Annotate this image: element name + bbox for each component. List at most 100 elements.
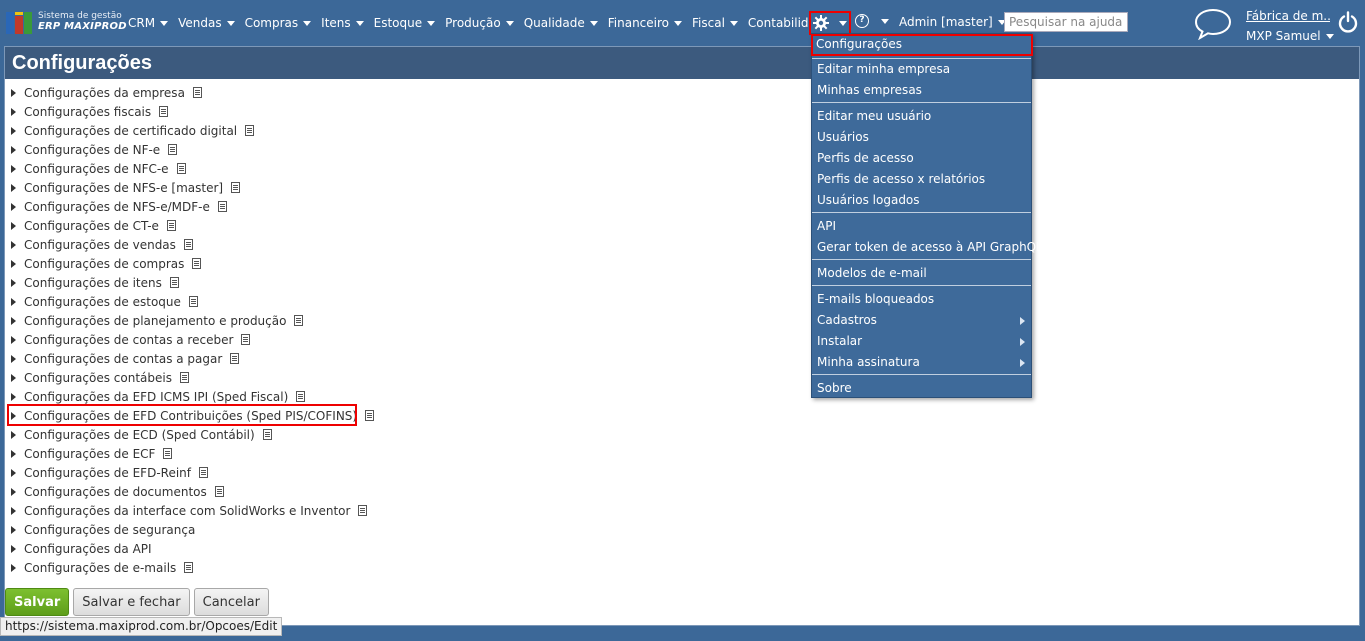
nav-estoque[interactable]: Estoque <box>374 16 436 30</box>
expand-arrow-icon[interactable] <box>11 316 16 325</box>
tree-item[interactable]: Configurações de documentos <box>11 482 374 501</box>
menu-item-usuarios[interactable]: Usuários <box>812 127 1031 148</box>
expand-arrow-icon[interactable] <box>11 430 16 439</box>
expand-arrow-icon[interactable] <box>11 354 16 363</box>
menu-item-editar-empresa[interactable]: Editar minha empresa <box>812 59 1031 80</box>
expand-arrow-icon[interactable] <box>11 145 16 154</box>
admin-menu-button[interactable]: Admin [master] <box>899 15 1006 29</box>
expand-arrow-icon[interactable] <box>11 563 16 572</box>
expand-arrow-icon[interactable] <box>11 126 16 135</box>
expand-arrow-icon[interactable] <box>11 164 16 173</box>
tree-item[interactable]: Configurações de estoque <box>11 292 374 311</box>
menu-item-perfis-relatorios[interactable]: Perfis de acesso x relatórios <box>812 169 1031 190</box>
expand-arrow-icon[interactable] <box>11 107 16 116</box>
expand-arrow-icon[interactable] <box>11 487 16 496</box>
menu-item-usuarios-logados[interactable]: Usuários logados <box>812 190 1031 211</box>
cancel-button[interactable]: Cancelar <box>193 588 269 616</box>
expand-arrow-icon[interactable] <box>11 468 16 477</box>
tree-item[interactable]: Configurações de ECD (Sped Contábil) <box>11 425 374 444</box>
power-icon[interactable] <box>1338 11 1358 33</box>
expand-arrow-icon[interactable] <box>11 259 16 268</box>
tree-item[interactable]: Configurações de CT-e <box>11 216 374 235</box>
document-icon[interactable] <box>199 467 208 478</box>
tree-item[interactable]: Configurações de compras <box>11 254 374 273</box>
document-icon[interactable] <box>214 486 224 497</box>
tree-item-efd-contribuicoes[interactable]: Configurações de EFD Contribuições (Sped… <box>7 404 375 426</box>
nav-compras[interactable]: Compras <box>245 16 312 30</box>
expand-arrow-icon[interactable] <box>11 373 16 382</box>
tree-item[interactable]: Configurações de NF-e <box>11 140 374 159</box>
expand-arrow-icon[interactable] <box>11 525 16 534</box>
document-icon[interactable] <box>192 87 202 98</box>
document-icon[interactable] <box>176 163 186 174</box>
document-icon[interactable] <box>358 505 368 516</box>
menu-item-configuracoes[interactable]: Configurações <box>811 34 1033 56</box>
tree-item[interactable]: Configurações de vendas <box>11 235 374 254</box>
document-icon[interactable] <box>241 334 251 345</box>
expand-arrow-icon[interactable] <box>11 335 16 344</box>
erp-logo[interactable]: Sistema de gestão ERP MAXIPROD <box>6 9 127 37</box>
tree-item[interactable]: Configurações de contas a pagar <box>11 349 374 368</box>
settings-menu-button[interactable] <box>809 11 851 35</box>
help-search-input[interactable] <box>1004 12 1128 32</box>
expand-arrow-icon[interactable] <box>11 202 16 211</box>
help-menu-button[interactable]: ? <box>855 14 889 28</box>
document-icon[interactable] <box>169 277 179 288</box>
save-button[interactable]: Salvar <box>5 588 70 616</box>
document-icon[interactable] <box>163 448 173 459</box>
chat-bubble-icon[interactable] <box>1194 8 1232 40</box>
menu-item-editar-usuario[interactable]: Editar meu usuário <box>812 106 1031 127</box>
expand-arrow-icon[interactable] <box>11 183 16 192</box>
company-name-link[interactable]: Fábrica de m... <box>1246 9 1330 23</box>
menu-item-instalar[interactable]: Instalar <box>812 331 1031 352</box>
tree-item[interactable]: Configurações de EFD-Reinf <box>11 463 374 482</box>
expand-arrow-icon[interactable] <box>11 411 16 420</box>
tree-item[interactable]: Configurações de ECF <box>11 444 374 463</box>
menu-item-perfis-acesso[interactable]: Perfis de acesso <box>812 148 1031 169</box>
menu-item-modelos-email[interactable]: Modelos de e-mail <box>812 263 1031 284</box>
expand-arrow-icon[interactable] <box>11 392 16 401</box>
document-icon[interactable] <box>192 258 202 269</box>
document-icon[interactable] <box>296 391 306 402</box>
menu-item-token-graphql[interactable]: Gerar token de acesso à API GraphQL <box>812 237 1043 258</box>
document-icon[interactable] <box>184 562 194 573</box>
save-and-close-button[interactable]: Salvar e fechar <box>73 588 190 616</box>
tree-item[interactable]: Configurações de NFC-e <box>11 159 374 178</box>
tree-item[interactable]: Configurações de NFS-e/MDF-e <box>11 197 374 216</box>
document-icon[interactable] <box>188 296 198 307</box>
menu-item-minha-assinatura[interactable]: Minha assinatura <box>812 352 1031 373</box>
document-icon[interactable] <box>262 429 272 440</box>
expand-arrow-icon[interactable] <box>11 449 16 458</box>
nav-fiscal[interactable]: Fiscal <box>692 16 738 30</box>
tree-item[interactable]: Configurações de itens <box>11 273 374 292</box>
document-icon[interactable] <box>183 239 193 250</box>
document-icon[interactable] <box>230 353 240 364</box>
nav-financeiro[interactable]: Financeiro <box>608 16 683 30</box>
document-icon[interactable] <box>294 315 304 326</box>
menu-item-emails-bloqueados[interactable]: E-mails bloqueados <box>812 289 1031 310</box>
document-icon[interactable] <box>159 106 169 117</box>
menu-item-sobre[interactable]: Sobre <box>812 378 1031 399</box>
menu-item-minhas-empresas[interactable]: Minhas empresas <box>812 80 1031 101</box>
tree-item[interactable]: Configurações de segurança <box>11 520 374 539</box>
nav-producao[interactable]: Produção <box>445 16 514 30</box>
nav-itens[interactable]: Itens <box>321 16 364 30</box>
tree-item[interactable]: Configurações de NFS-e [master] <box>11 178 374 197</box>
tree-item[interactable]: Configurações de planejamento e produção <box>11 311 374 330</box>
document-icon[interactable] <box>365 410 375 421</box>
expand-arrow-icon[interactable] <box>11 221 16 230</box>
expand-arrow-icon[interactable] <box>11 506 16 515</box>
nav-crm[interactable]: CRM <box>128 16 169 30</box>
document-icon[interactable] <box>231 182 241 193</box>
document-icon[interactable] <box>217 201 227 212</box>
tree-item[interactable]: Configurações fiscais <box>11 102 374 121</box>
tree-item[interactable]: Configurações da empresa <box>11 83 374 102</box>
expand-arrow-icon[interactable] <box>11 240 16 249</box>
tree-item[interactable]: Configurações da EFD ICMS IPI (Sped Fisc… <box>11 387 374 406</box>
nav-vendas[interactable]: Vendas <box>178 16 235 30</box>
tree-item[interactable]: Configurações de e-mails <box>11 558 374 577</box>
tree-item[interactable]: Configurações de contas a receber <box>11 330 374 349</box>
tree-item[interactable]: Configurações da API <box>11 539 374 558</box>
menu-item-api[interactable]: API <box>812 216 1031 237</box>
document-icon[interactable] <box>166 220 176 231</box>
